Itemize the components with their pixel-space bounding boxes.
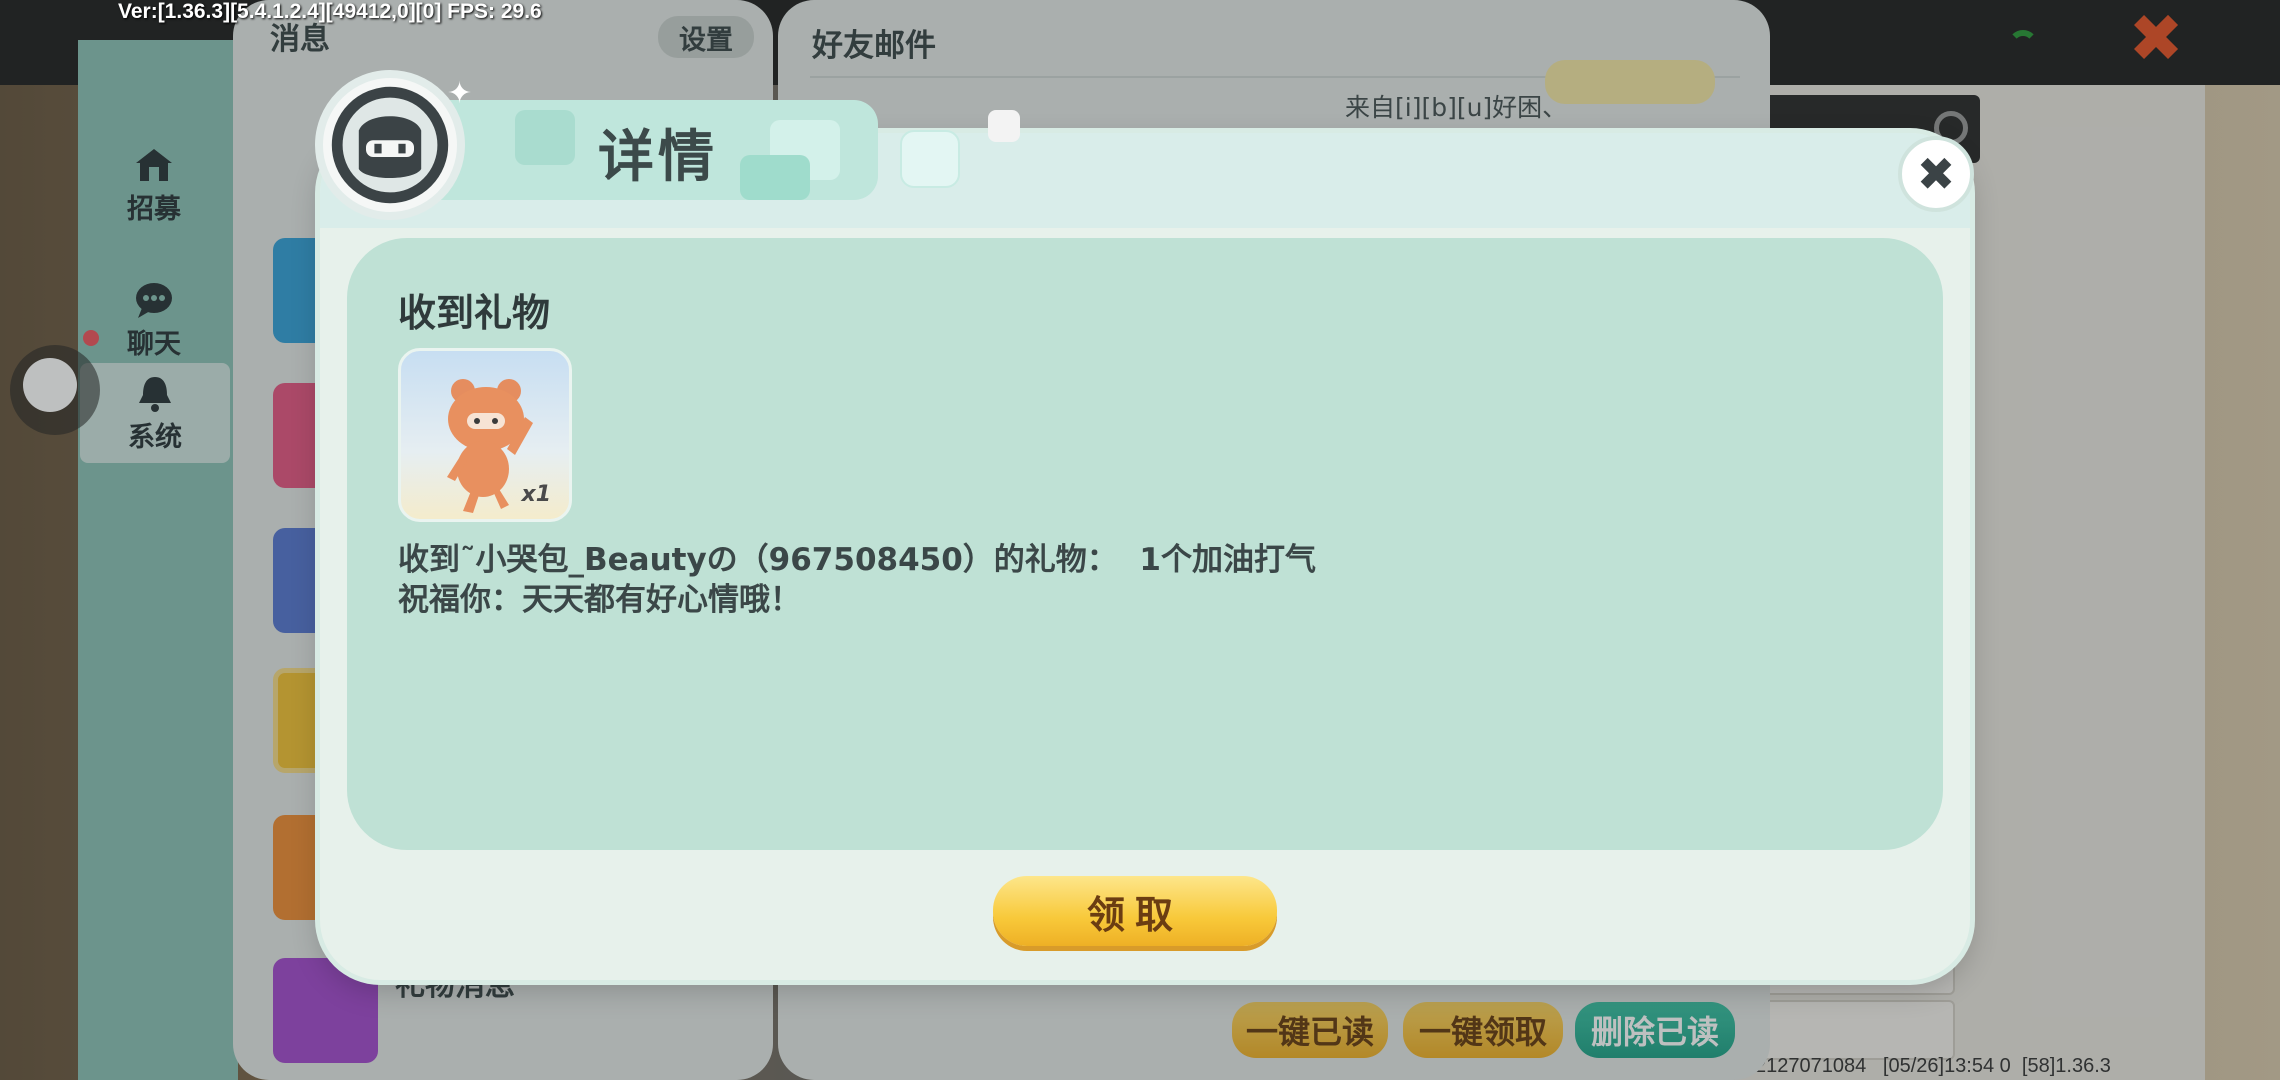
title-decoration	[900, 130, 960, 188]
gift-quantity: x1	[521, 482, 552, 507]
title-decoration	[740, 155, 810, 200]
modal-close-button[interactable]: ✖	[1898, 136, 1974, 212]
sparkle-icon: ✦	[447, 76, 473, 111]
gift-message-line: 祝福你：天天都有好心情哦！	[398, 582, 801, 618]
gift-message-text: 收到˜小哭包_Beautyの（967508450）的礼物： 1个加油打气 祝福你…	[398, 540, 1316, 620]
gift-message-line: 收到˜小哭包_Beautyの（967508450）的礼物： 1个加油打气	[398, 542, 1316, 578]
title-decoration	[515, 110, 575, 165]
modal-title: 详情	[598, 125, 718, 190]
title-decoration	[988, 110, 1020, 142]
section-title: 收到礼物	[398, 291, 551, 335]
ninja-avatar	[315, 70, 465, 220]
debug-version-text: Ver:[1.36.3][5.4.1.2.4][49412,0][0] FPS:…	[118, 0, 542, 23]
ninja-face-icon	[331, 86, 449, 204]
gift-item-card[interactable]: x1	[398, 348, 572, 522]
claim-button[interactable]: 领取	[993, 876, 1277, 946]
